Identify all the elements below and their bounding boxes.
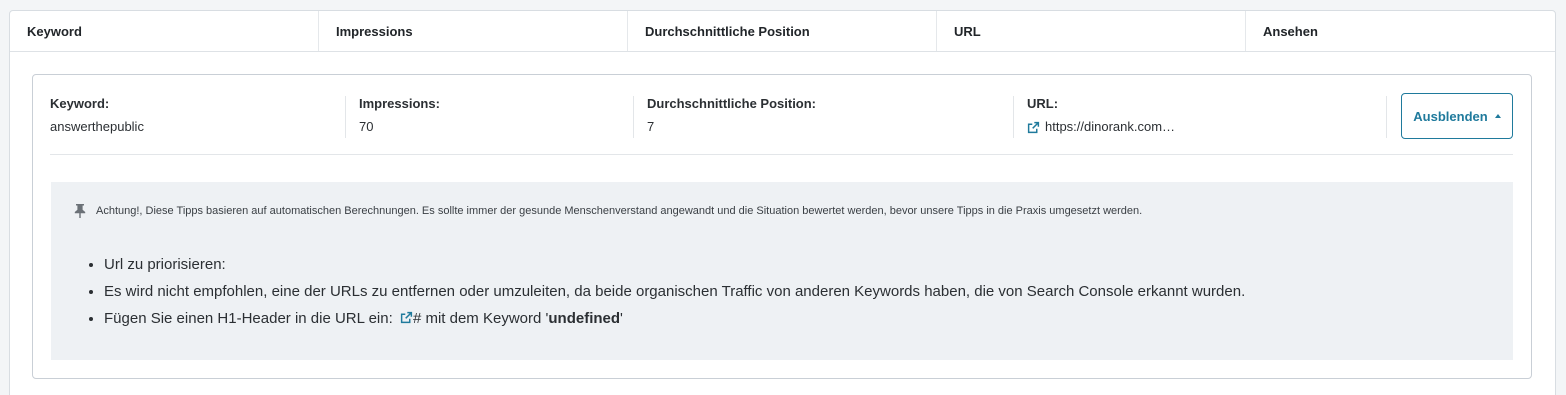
caret-up-icon bbox=[1494, 114, 1501, 118]
divider bbox=[1386, 96, 1387, 138]
divider bbox=[345, 96, 346, 138]
url-link[interactable]: https://dinorank.com… bbox=[1027, 119, 1175, 135]
url-value: https://dinorank.com… bbox=[1045, 119, 1176, 134]
impressions-label: Impressions: bbox=[359, 96, 440, 111]
tips-list: Url zu priorisieren: Es wird nicht empfo… bbox=[104, 251, 1245, 332]
h1-tip-suffix: ' bbox=[620, 310, 623, 327]
hide-button[interactable]: Ausblenden bbox=[1401, 93, 1513, 139]
hide-button-label: Ausblenden bbox=[1413, 108, 1488, 124]
table-header: Keyword Impressions Durchschnittliche Po… bbox=[10, 11, 1555, 52]
detail-position: Durchschnittliche Position: 7 bbox=[647, 96, 816, 138]
divider bbox=[1013, 96, 1014, 138]
detail-keyword: Keyword: answerthepublic bbox=[50, 96, 144, 138]
external-link-icon bbox=[1027, 121, 1040, 133]
tip-item: Url zu priorisieren: bbox=[104, 251, 1245, 278]
h1-keyword: undefined bbox=[548, 310, 621, 327]
column-header-position[interactable]: Durchschnittliche Position bbox=[628, 11, 937, 51]
divider bbox=[633, 96, 634, 138]
column-header-url[interactable]: URL bbox=[937, 11, 1246, 51]
results-panel: Keyword Impressions Durchschnittliche Po… bbox=[9, 10, 1556, 395]
detail-row: Keyword: answerthepublic Impressions: 70… bbox=[50, 93, 1513, 155]
keyword-value: answerthepublic bbox=[50, 119, 144, 134]
impressions-value: 70 bbox=[359, 119, 374, 134]
h1-tip-prefix: Fügen Sie einen H1-Header in die URL ein… bbox=[104, 310, 397, 327]
column-header-keyword[interactable]: Keyword bbox=[10, 11, 319, 51]
tip-item: Es wird nicht empfohlen, eine der URLs z… bbox=[104, 278, 1245, 305]
tip-item-h1: Fügen Sie einen H1-Header in die URL ein… bbox=[104, 305, 1245, 332]
column-header-impressions[interactable]: Impressions bbox=[319, 11, 628, 51]
h1-tip-middle: mit dem Keyword ' bbox=[421, 310, 549, 327]
url-label: URL: bbox=[1027, 96, 1059, 111]
tips-box: Achtung!, Diese Tipps basieren auf autom… bbox=[51, 182, 1513, 360]
detail-url: URL: https://dinorank.com… bbox=[1027, 96, 1175, 138]
external-link-icon[interactable] bbox=[400, 311, 413, 324]
keyword-label: Keyword: bbox=[50, 96, 110, 111]
notice: Achtung!, Diese Tipps basieren auf autom… bbox=[73, 203, 1142, 218]
column-header-view[interactable]: Ansehen bbox=[1246, 11, 1555, 51]
keyword-detail-card: Keyword: answerthepublic Impressions: 70… bbox=[32, 74, 1532, 379]
position-value: 7 bbox=[647, 119, 655, 134]
position-label: Durchschnittliche Position: bbox=[647, 96, 817, 111]
notice-text: Achtung!, Diese Tipps basieren auf autom… bbox=[96, 204, 1143, 217]
detail-impressions: Impressions: 70 bbox=[359, 96, 440, 138]
pin-icon bbox=[74, 204, 86, 218]
